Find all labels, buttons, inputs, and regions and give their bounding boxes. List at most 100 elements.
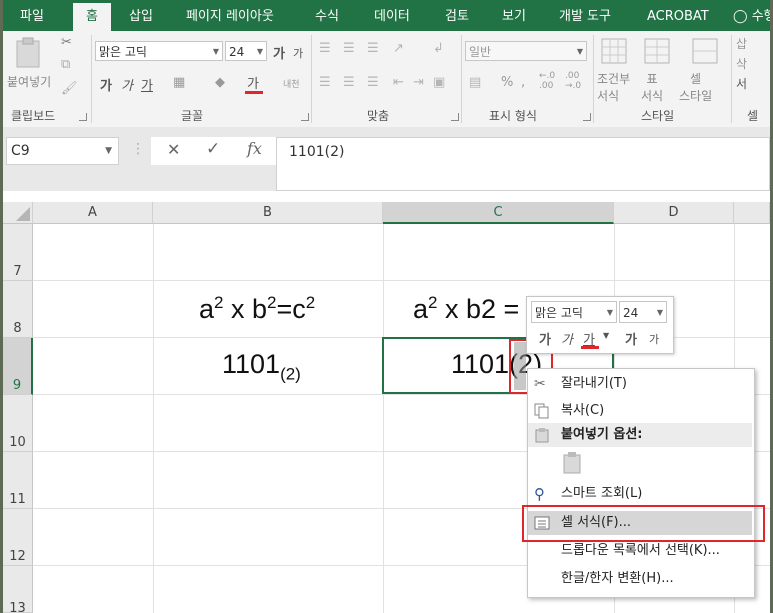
mini-underline-button[interactable]: 가 [581, 329, 599, 349]
chevron-down-icon: ▼ [105, 146, 112, 156]
tab-home[interactable]: 홈 [73, 3, 111, 31]
tab-file[interactable]: 파일 [20, 0, 44, 31]
number-launcher-icon[interactable] [583, 113, 591, 121]
cut-icon[interactable]: ✂ [61, 35, 72, 50]
paste-button[interactable]: 붙여넣기 [3, 35, 55, 103]
row-header-9[interactable]: 9 [3, 338, 33, 395]
row-header-7[interactable]: 7 [3, 224, 33, 281]
insert-cells-button[interactable]: 삽 [736, 35, 747, 52]
menu-item-copy[interactable]: 복사(C) [528, 399, 752, 423]
menu-item-hangul-hanja[interactable]: 한글/한자 변환(H)... [528, 567, 752, 591]
font-name-dropdown[interactable]: 맑은 고딕 ▼ [95, 41, 223, 61]
delete-cells-button[interactable]: 삭 [736, 55, 747, 72]
align-right-icon[interactable]: ☰ [367, 75, 379, 90]
align-bottom-icon[interactable]: ☰ [367, 41, 379, 56]
tab-page-layout[interactable]: 페이지 레이아웃 [186, 0, 274, 31]
tab-acrobat[interactable]: ACROBAT [647, 0, 709, 31]
percent-button[interactable]: % [501, 75, 513, 90]
enter-icon[interactable]: ✓ [206, 139, 220, 159]
wrap-text-icon[interactable]: ↲ [433, 41, 444, 56]
insert-function-icon[interactable]: fx [247, 139, 262, 158]
mini-grow-font-button[interactable]: 가 [625, 329, 637, 348]
menu-item-smart-lookup[interactable]: ⚲ 스마트 조회(L) [528, 482, 752, 506]
conditional-formatting-button[interactable]: 조건부 서식 [595, 35, 635, 105]
formula-buttons: ✕ ✓ fx [151, 137, 276, 165]
align-top-icon[interactable]: ☰ [319, 41, 331, 56]
bold-button[interactable]: 가 [100, 75, 112, 94]
increase-decimal-button[interactable]: ←.0 .00 [539, 71, 555, 91]
chevron-down-icon: ▼ [606, 308, 613, 317]
column-header-c[interactable]: C [383, 202, 614, 224]
menu-item-pick-from-list[interactable]: 드롭다운 목록에서 선택(K)... [528, 539, 752, 563]
font-color-button[interactable]: 가 [245, 73, 263, 94]
clipboard-icon [16, 37, 40, 68]
row-header-11[interactable]: 11 [3, 452, 33, 509]
format-as-table-button[interactable]: 표 서식 [639, 35, 679, 105]
mini-shrink-font-button[interactable]: 가 [649, 331, 659, 347]
row-header-10[interactable]: 10 [3, 395, 33, 452]
mini-bold-button[interactable]: 가 [539, 329, 551, 348]
fill-color-icon[interactable]: ◆ [215, 75, 225, 90]
tab-formulas[interactable]: 수식 [315, 0, 339, 31]
font-size-dropdown[interactable]: 24 ▼ [225, 41, 267, 61]
indent-icon[interactable]: ⇤ [393, 75, 404, 90]
select-all-icon [16, 207, 30, 221]
column-header-e[interactable] [734, 202, 770, 224]
chevron-down-icon: ▼ [256, 47, 263, 56]
phonetic-button[interactable]: 내천 [283, 77, 300, 90]
tab-view[interactable]: 보기 [502, 0, 526, 31]
format-painter-icon[interactable]: 🖌 [61, 81, 78, 96]
align-center-icon[interactable]: ☰ [343, 75, 355, 90]
chevron-down-icon[interactable]: ▼ [603, 331, 609, 340]
paste-option-icon[interactable] [562, 451, 584, 475]
format-cells-highlight-box [522, 505, 765, 542]
mini-italic-button[interactable]: 가 [561, 329, 573, 348]
tab-developer[interactable]: 개발 도구 [559, 0, 611, 31]
alignment-launcher-icon[interactable] [451, 113, 459, 121]
cancel-icon[interactable]: ✕ [167, 140, 180, 159]
shrink-font-button[interactable]: 가 [293, 45, 303, 61]
cell-styles-button[interactable]: 셀 스타일 [679, 35, 731, 105]
copy-icon[interactable]: ⧉ [61, 57, 70, 72]
tab-insert[interactable]: 삽입 [129, 0, 153, 31]
formula-input[interactable]: 1101(2) [276, 137, 770, 191]
align-left-icon[interactable]: ☰ [319, 75, 331, 90]
font-launcher-icon[interactable] [301, 113, 309, 121]
format-cells-button[interactable]: 서 [736, 75, 747, 92]
orientation-icon[interactable]: ↗ [393, 41, 404, 56]
menu-item-cut[interactable]: ✂ 잘라내기(T) [528, 372, 752, 396]
row-header-8[interactable]: 8 [3, 281, 33, 338]
column-header-b[interactable]: B [153, 202, 383, 224]
column-header-d[interactable]: D [614, 202, 734, 224]
currency-icon[interactable]: ▤ [469, 75, 481, 90]
name-box[interactable]: C9 ▼ [6, 137, 119, 165]
cell-b9[interactable]: 1101(2) [222, 349, 301, 382]
mini-size-dropdown[interactable]: 24 ▼ [619, 301, 667, 323]
tab-tell-me[interactable]: ◯ 수행 [733, 0, 770, 31]
menu-header-paste-options: 붙여넣기 옵션: [528, 423, 752, 447]
align-middle-icon[interactable]: ☰ [343, 41, 355, 56]
ribbon-tab-bar: 파일 홈 삽입 페이지 레이아웃 수식 데이터 검토 보기 개발 도구 ACRO… [3, 0, 770, 31]
cell-b8[interactable]: a2 x b2=c2 [199, 294, 315, 325]
select-all-corner[interactable] [3, 202, 33, 224]
cell-c8[interactable]: a2 x b2 = [413, 294, 519, 325]
merge-icon[interactable]: ▣ [433, 75, 445, 90]
column-header-a[interactable]: A [33, 202, 153, 224]
clipboard-launcher-icon[interactable] [79, 113, 87, 121]
row-header-13[interactable]: 13 [3, 566, 33, 613]
number-format-dropdown[interactable]: 일반 ▼ [465, 41, 587, 61]
tab-data[interactable]: 데이터 [374, 0, 410, 31]
chevron-down-icon: ▼ [212, 47, 219, 56]
row-header-12[interactable]: 12 [3, 509, 33, 566]
border-icon[interactable]: ▦ [173, 75, 185, 90]
grow-font-button[interactable]: 가 [273, 43, 285, 62]
underline-button[interactable]: 가 [141, 75, 153, 94]
mini-toolbar: 맑은 고딕 ▼ 24 ▼ 가 가 가 ▼ 가 가 [526, 296, 674, 354]
italic-button[interactable]: 가 [121, 75, 133, 94]
outdent-icon[interactable]: ⇥ [413, 75, 424, 90]
mini-font-dropdown[interactable]: 맑은 고딕 ▼ [531, 301, 617, 323]
tab-review[interactable]: 검토 [445, 0, 469, 31]
comma-button[interactable]: , [521, 75, 525, 90]
conditional-formatting-icon [601, 38, 627, 64]
decrease-decimal-button[interactable]: .00 →.0 [565, 71, 581, 91]
